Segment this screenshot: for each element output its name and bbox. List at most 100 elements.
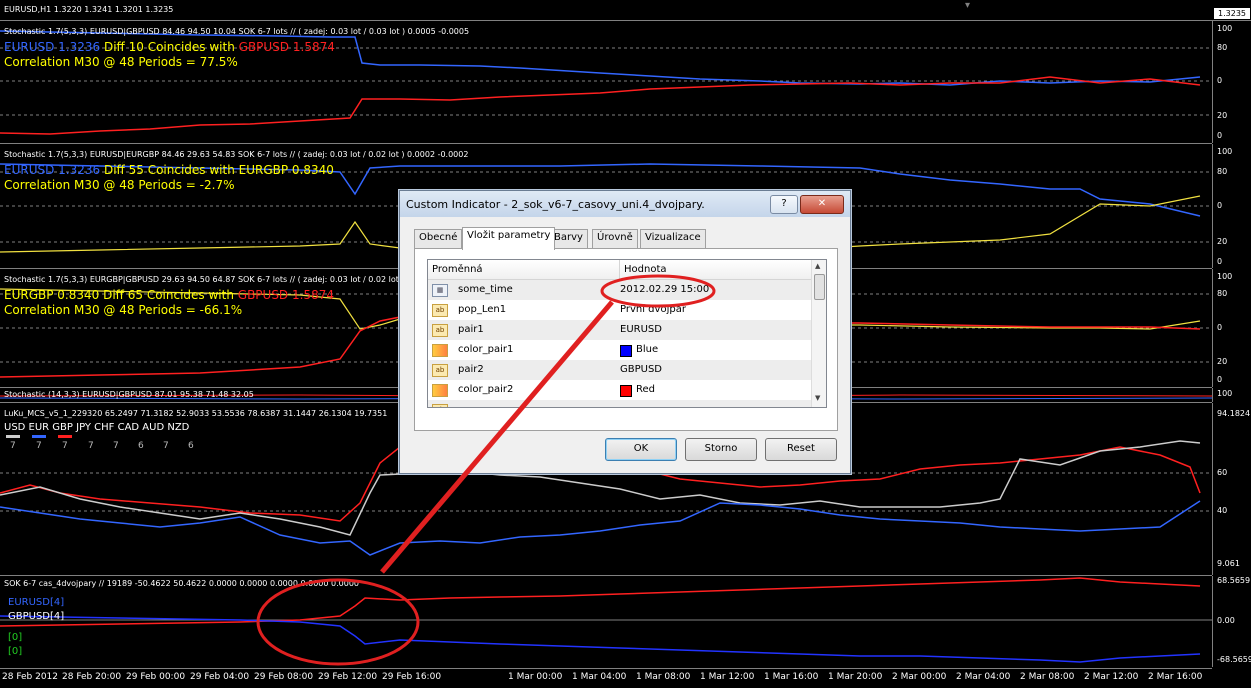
time-label: 28 Feb 20:00: [62, 672, 122, 682]
param-value[interactable]: Red: [636, 384, 655, 395]
column-header-value[interactable]: Hodnota: [620, 260, 813, 280]
scroll-thumb[interactable]: [814, 274, 825, 300]
pair-a-label: EURUSD 1.3236: [4, 40, 101, 54]
param-row-color-pair1[interactable]: color_pair1 Blue: [428, 340, 812, 360]
reset-button[interactable]: Reset: [765, 438, 837, 461]
scale-label: 0.00: [1217, 616, 1235, 625]
count: 7: [113, 441, 119, 451]
help-button[interactable]: ?: [770, 195, 798, 214]
stochastic-pane-1: Stochastic 1.7(5,3,3) EURUSD|GBPUSD 84.4…: [0, 21, 1212, 144]
count: 7: [88, 441, 94, 451]
series-label-gbpusd: GBPUSD[4]: [8, 611, 65, 622]
count: 7: [163, 441, 169, 451]
time-label: 29 Feb 04:00: [190, 672, 250, 682]
scroll-down-icon[interactable]: ▼: [815, 394, 820, 402]
collapse-icon[interactable]: ▾: [965, 0, 970, 11]
scale-label: 100: [1217, 147, 1233, 156]
custom-indicator-dialog: Custom Indicator - 2_sok_v6-7_casovy_uni…: [399, 190, 851, 474]
param-value[interactable]: První dvojpar: [620, 304, 686, 315]
scale-label: 60: [1217, 468, 1228, 477]
storno-button[interactable]: Storno: [685, 438, 757, 461]
color-swatch-blue: [620, 345, 632, 357]
time-label: 1 Mar 00:00: [508, 672, 563, 682]
pane-5-scale: 94.1824 60 40 9.061: [1212, 403, 1251, 575]
datetime-icon: ▦: [432, 284, 448, 297]
currency-legend: USD EUR GBP JPY CHF CAD AUD NZD: [4, 422, 190, 433]
time-label: 2 Mar 04:00: [956, 672, 1011, 682]
param-row-pair2[interactable]: ab pair2 GBPUSD: [428, 360, 812, 380]
pair-line: EURUSD 1.3236 Diff 10 Coincides with GBP…: [4, 40, 335, 54]
time-label: 1 Mar 16:00: [764, 672, 819, 682]
tab-vizualizace[interactable]: Vizualizace: [640, 229, 706, 249]
time-label: 2 Mar 00:00: [892, 672, 947, 682]
count: 7: [36, 441, 42, 451]
scale-label: 40: [1217, 506, 1228, 515]
param-value[interactable]: GBPUSD: [620, 364, 662, 375]
diff-label: Diff 55 Coincides with: [100, 163, 235, 177]
tab-urovne[interactable]: Úrovně: [592, 229, 638, 249]
param-name: pop_Len1: [458, 304, 507, 315]
param-value[interactable]: Blue: [636, 344, 658, 355]
pair-b-label: GBPUSD 1.5874: [234, 40, 335, 54]
param-value[interactable]: 2012.02.29 15:00: [620, 284, 709, 295]
pane-6-scale: 68.5659 0.00 -68.5659: [1212, 576, 1251, 667]
pane-header: SOK 6-7 cas_4dvojpary // 19189 -50.4622 …: [4, 579, 360, 588]
correlation-label: Correlation M30 @ 48 Periods = -2.7%: [4, 178, 235, 192]
tab-obecne[interactable]: Obecné: [414, 229, 463, 249]
ab-text-icon: ab: [432, 324, 448, 337]
pane-header: Stochastic 1.7(5,3,3) EURUSD|EURGBP 84.4…: [4, 150, 469, 159]
time-label: 2 Mar 12:00: [1084, 672, 1139, 682]
chart-title-bar: EURUSD,H1 1.3220 1.3241 1.3201 1.3235 ▾ …: [0, 0, 1251, 21]
time-label: 1 Mar 12:00: [700, 672, 755, 682]
time-label: 29 Feb 16:00: [382, 672, 442, 682]
pane-header: Stochastic (14,3,3) EURUSD|GBPUSD 87.01 …: [4, 390, 254, 399]
scale-label: 20: [1217, 357, 1228, 366]
swatch-gbp: [58, 435, 72, 438]
tab-vlozit-parametry[interactable]: Vložit parametry: [462, 227, 556, 250]
pane-header: Stochastic 1.7(5,3,3) EURUSD|GBPUSD 84.4…: [4, 27, 470, 36]
parameters-grid: Proměnná Hodnota ▦ some_time 2012.02.29 …: [427, 259, 827, 408]
pane-2-scale: 100 80 0 20 0: [1212, 144, 1251, 268]
scale-label: 80: [1217, 289, 1228, 298]
count: 6: [138, 441, 144, 451]
scale-label: 0: [1217, 76, 1223, 85]
param-row-some-time[interactable]: ▦ some_time 2012.02.29 15:00: [428, 280, 812, 300]
sok-pane: SOK 6-7 cas_4dvojpary // 19189 -50.4622 …: [0, 576, 1212, 667]
ok-button[interactable]: OK: [605, 438, 677, 461]
pane-1-scale: 100 80 0 20 0: [1212, 21, 1251, 143]
scale-label: 9.061: [1217, 559, 1240, 568]
scale-label: 100: [1217, 24, 1233, 33]
color-icon: [432, 344, 448, 357]
pair-b-label: EURGBP 0.8340: [234, 163, 334, 177]
price-badge: 1.3235: [1214, 8, 1250, 19]
sok-plot: [0, 577, 1212, 663]
scale-label: 0: [1217, 257, 1223, 266]
pair-a-label: EURGBP 0.8340: [4, 288, 100, 302]
param-row-pop-len1[interactable]: ab pop_Len1 První dvojpar: [428, 300, 812, 320]
scale-label: 0: [1217, 201, 1223, 210]
series-label-zero-1: [0]: [8, 632, 23, 643]
param-row-pair1[interactable]: ab pair1 EURUSD: [428, 320, 812, 340]
scale-label: 20: [1217, 111, 1228, 120]
time-label: 1 Mar 08:00: [636, 672, 691, 682]
color-icon: [432, 384, 448, 397]
param-name: color_pair2: [458, 384, 514, 395]
scale-label: 80: [1217, 167, 1228, 176]
dialog-title-bar[interactable]: Custom Indicator - 2_sok_v6-7_casovy_uni…: [400, 191, 850, 217]
correlation-label: Correlation M30 @ 48 Periods = 77.5%: [4, 55, 238, 69]
scroll-up-icon[interactable]: ▲: [815, 262, 820, 270]
color-swatch-red: [620, 385, 632, 397]
symbol-info: EURUSD,H1 1.3220 1.3241 1.3201 1.3235: [4, 5, 174, 14]
scale-label: 0: [1217, 131, 1223, 140]
param-name: pair2: [458, 364, 484, 375]
param-row-color-pair2[interactable]: color_pair2 Red: [428, 380, 812, 400]
param-value[interactable]: EURUSD: [620, 324, 662, 335]
pair-line: EURGBP 0.8340 Diff 65 Coincides with GBP…: [4, 288, 334, 302]
ab-text-icon: ab: [432, 364, 448, 377]
param-row-partial[interactable]: ab: [428, 400, 812, 407]
close-button[interactable]: ✕: [800, 195, 844, 214]
scale-label: 94.1824: [1217, 409, 1251, 418]
grid-scrollbar[interactable]: ▲ ▼: [811, 260, 826, 407]
column-header-variable[interactable]: Proměnná: [428, 260, 620, 280]
time-label: 28 Feb 2012: [2, 672, 59, 682]
